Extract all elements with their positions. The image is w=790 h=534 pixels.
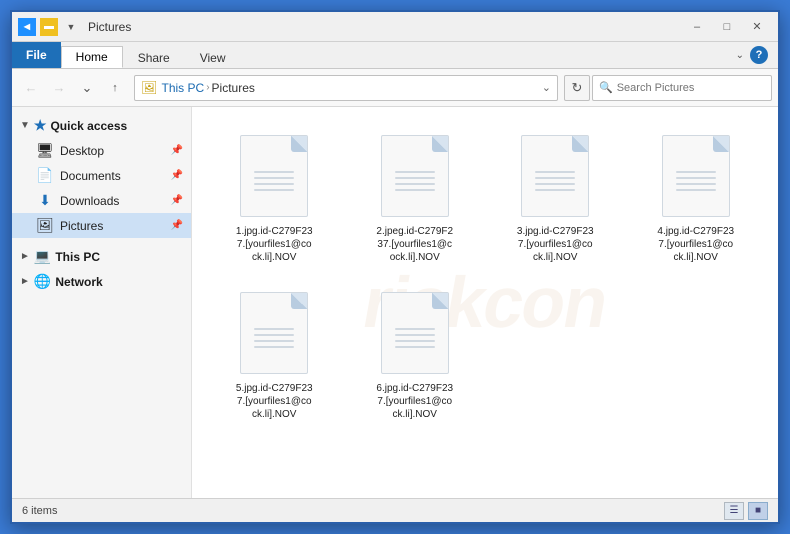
quick-access-icon: ◀ — [18, 18, 36, 36]
ribbon: File Home Share View ⌄ ? — [12, 42, 778, 69]
documents-icon: 📄 — [36, 167, 54, 184]
list-view-button[interactable]: ☰ — [724, 502, 744, 520]
help-button[interactable]: ? — [750, 46, 768, 64]
star-icon: ★ — [34, 117, 47, 134]
address-bar[interactable]: 🖼 This PC › Pictures ⌄ — [134, 75, 558, 101]
up-button[interactable]: ↑ — [102, 75, 128, 101]
ribbon-tabs: File Home Share View ⌄ ? — [12, 42, 778, 68]
chevron-right-icon: ► — [20, 251, 30, 262]
downloads-icon: ⬇ — [36, 192, 54, 209]
search-bar[interactable]: 🔍 — [592, 75, 772, 101]
file-doc-icon — [381, 292, 449, 374]
back-button[interactable]: ← — [18, 75, 44, 101]
file-doc-icon — [240, 292, 308, 374]
item-count: 6 items — [22, 505, 57, 517]
chevron-down-icon: ▼ — [20, 120, 30, 131]
quick-access-label: Quick access — [50, 119, 127, 133]
file-doc-icon — [240, 135, 308, 217]
sidebar-item-documents[interactable]: 📄 Documents 📌 — [12, 163, 191, 188]
sidebar-section-quick-access[interactable]: ▼ ★ Quick access — [12, 113, 191, 138]
window-controls: – □ ✕ — [682, 13, 772, 41]
ribbon-collapse[interactable]: ⌄ ? — [726, 42, 778, 68]
addr-this-pc[interactable]: This PC — [162, 81, 205, 95]
search-input[interactable] — [617, 82, 765, 94]
tab-view[interactable]: View — [185, 46, 241, 68]
file-icon-container — [234, 288, 314, 378]
sidebar-item-label: Documents — [60, 169, 121, 183]
sidebar-item-label: Desktop — [60, 144, 104, 158]
file-name: 5.jpg.id-C279F237.[yourfiles1@cock.li].N… — [236, 382, 313, 421]
sidebar-item-downloads[interactable]: ⬇ Downloads 📌 — [12, 188, 191, 213]
folder-icon-addr: 🖼 — [141, 80, 158, 96]
maximize-button[interactable]: □ — [712, 13, 742, 41]
pin-icon: 📌 — [171, 195, 183, 206]
search-icon: 🔍 — [599, 81, 613, 94]
dropdown-icon[interactable]: ▼ — [62, 18, 80, 36]
titlebar-icons: ◀ ▬ ▼ — [18, 18, 80, 36]
addr-sep-1: › — [206, 82, 209, 93]
toolbar: ← → ⌄ ↑ 🖼 This PC › Pictures ⌄ ↻ 🔍 — [12, 69, 778, 107]
file-item[interactable]: 3.jpg.id-C279F237.[yourfiles1@cock.li].N… — [489, 123, 622, 272]
file-doc-icon — [521, 135, 589, 217]
file-icon-container — [375, 288, 455, 378]
pin-icon: 📌 — [171, 170, 183, 181]
folder-icon: ▬ — [40, 18, 58, 36]
desktop-icon: 🖥 — [36, 142, 54, 159]
titlebar: ◀ ▬ ▼ Pictures – □ ✕ — [12, 12, 778, 42]
file-name: 6.jpg.id-C279F237.[yourfiles1@cock.li].N… — [376, 382, 453, 421]
address-parts: This PC › Pictures — [162, 81, 255, 95]
explorer-window: ◀ ▬ ▼ Pictures – □ ✕ File Home Share Vie… — [10, 10, 780, 524]
sidebar-item-pictures[interactable]: 🖼 Pictures 📌 — [12, 213, 191, 238]
statusbar: 6 items ☰ ■ — [12, 498, 778, 522]
pin-icon: 📌 — [171, 220, 183, 231]
this-pc-label: This PC — [55, 250, 100, 264]
tab-home[interactable]: Home — [61, 46, 123, 68]
minimize-button[interactable]: – — [682, 13, 712, 41]
view-controls: ☰ ■ — [724, 502, 768, 520]
chevron-down-icon: ⌄ — [736, 50, 744, 61]
addr-pictures[interactable]: Pictures — [212, 81, 255, 95]
file-name: 1.jpg.id-C279F237.[yourfiles1@cock.li].N… — [236, 225, 313, 264]
file-name: 4.jpg.id-C279F237.[yourfiles1@cock.li].N… — [657, 225, 734, 264]
file-item[interactable]: 4.jpg.id-C279F237.[yourfiles1@cock.li].N… — [630, 123, 763, 272]
tab-file[interactable]: File — [12, 42, 61, 68]
file-icon-container — [515, 131, 595, 221]
pin-icon: 📌 — [171, 145, 183, 156]
tab-share[interactable]: Share — [123, 46, 185, 68]
file-item[interactable]: 6.jpg.id-C279F237.[yourfiles1@cock.li].N… — [349, 280, 482, 429]
file-doc-icon — [662, 135, 730, 217]
forward-button[interactable]: → — [46, 75, 72, 101]
sidebar: ▼ ★ Quick access 🖥 Desktop 📌 📄 Documents… — [12, 107, 192, 498]
file-name: 3.jpg.id-C279F237.[yourfiles1@cock.li].N… — [517, 225, 594, 264]
file-item[interactable]: 2.jpeg.id-C279F237.[yourfiles1@cock.li].… — [349, 123, 482, 272]
file-icon-container — [234, 131, 314, 221]
file-icon-container — [656, 131, 736, 221]
sidebar-item-desktop[interactable]: 🖥 Desktop 📌 — [12, 138, 191, 163]
close-button[interactable]: ✕ — [742, 13, 772, 41]
file-item[interactable]: 5.jpg.id-C279F237.[yourfiles1@cock.li].N… — [208, 280, 341, 429]
grid-view-button[interactable]: ■ — [748, 502, 768, 520]
computer-icon: 💻 — [34, 248, 51, 265]
sidebar-section-this-pc[interactable]: ► 💻 This PC — [12, 244, 191, 269]
network-icon: 🌐 — [34, 273, 51, 290]
sidebar-item-label: Pictures — [60, 219, 103, 233]
file-doc-icon — [381, 135, 449, 217]
window-title: Pictures — [88, 20, 682, 34]
content-area: riskcon 1.jpg.id-C279F237.[ — [192, 107, 778, 498]
refresh-button[interactable]: ↻ — [564, 75, 590, 101]
file-item[interactable]: 1.jpg.id-C279F237.[yourfiles1@cock.li].N… — [208, 123, 341, 272]
up-chevron-button[interactable]: ⌄ — [74, 75, 100, 101]
main-area: ▼ ★ Quick access 🖥 Desktop 📌 📄 Documents… — [12, 107, 778, 498]
chevron-right-icon: ► — [20, 276, 30, 287]
file-grid: 1.jpg.id-C279F237.[yourfiles1@cock.li].N… — [192, 107, 778, 498]
addr-dropdown-icon[interactable]: ⌄ — [542, 81, 551, 94]
sidebar-section-network[interactable]: ► 🌐 Network — [12, 269, 191, 294]
file-icon-container — [375, 131, 455, 221]
network-label: Network — [55, 275, 102, 289]
sidebar-item-label: Downloads — [60, 194, 119, 208]
file-name: 2.jpeg.id-C279F237.[yourfiles1@cock.li].… — [376, 225, 453, 264]
pictures-icon: 🖼 — [36, 217, 54, 234]
